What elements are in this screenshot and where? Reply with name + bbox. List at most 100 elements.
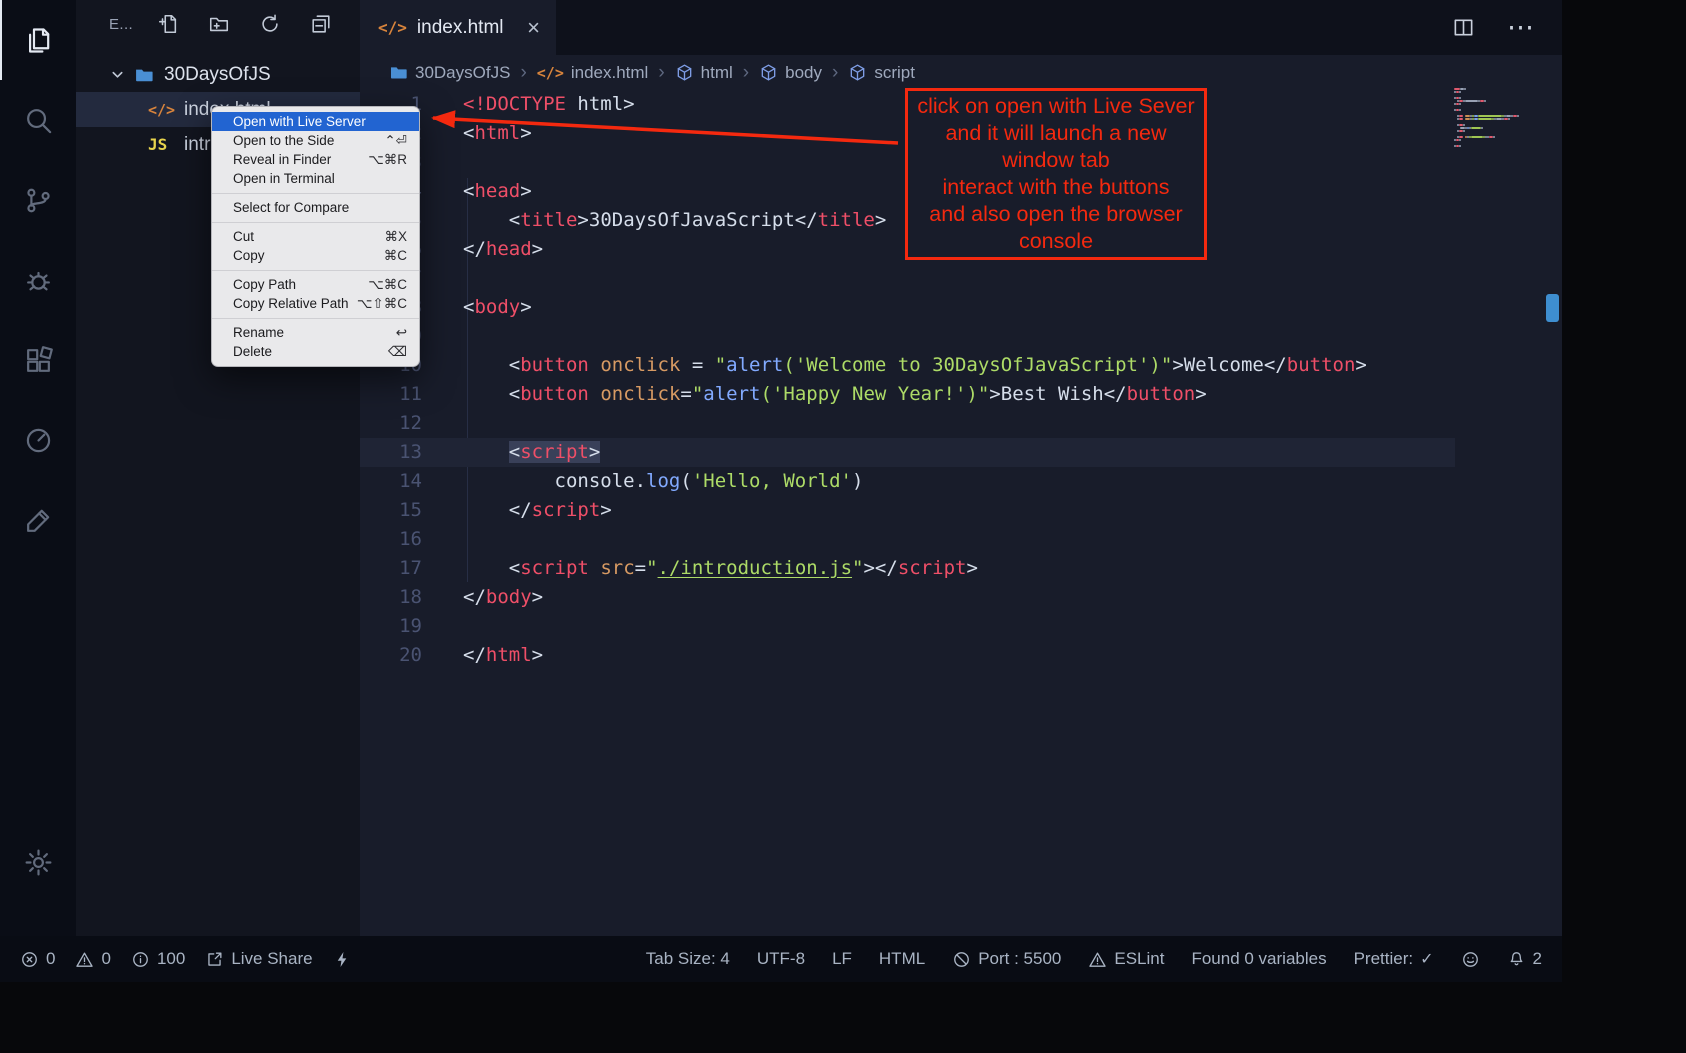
activity-explorer[interactable] [0, 0, 76, 80]
check-icon: ✓ [1420, 949, 1433, 969]
tab-index-html[interactable]: </> index.html × [360, 0, 556, 55]
menu-item-rename[interactable]: Rename↩ [212, 323, 419, 342]
cube-icon [759, 63, 778, 82]
split-editor-icon[interactable] [1452, 16, 1475, 39]
source-control-icon [23, 185, 54, 216]
code-line-9[interactable]: 9 [360, 322, 1455, 351]
menu-item-open-to-the-side[interactable]: Open to the Side⌃⏎ [212, 131, 419, 150]
line-number: 17 [360, 554, 422, 583]
code-line-7[interactable]: 7 [360, 264, 1455, 293]
code-line-20[interactable]: 20</html> [360, 641, 1455, 670]
line-content: <title>30DaysOfJavaScript</title> [463, 206, 886, 235]
cube-icon [848, 63, 867, 82]
close-tab-icon[interactable]: × [527, 17, 540, 39]
status-variables[interactable]: Found 0 variables [1191, 949, 1326, 969]
breadcrumb-script[interactable]: script [848, 63, 915, 83]
status-info-count[interactable]: 100 [131, 949, 185, 969]
status-text: 0 [46, 949, 55, 969]
code-line-13[interactable]: 13 <script> [360, 438, 1455, 467]
breadcrumb-separator: › [520, 62, 526, 84]
menu-item-reveal-in-finder[interactable]: Reveal in Finder⌥⌘R [212, 150, 419, 169]
warning-icon [1088, 950, 1107, 969]
code-line-18[interactable]: 18</body> [360, 583, 1455, 612]
code-line-14[interactable]: 14 console.log('Hello, World') [360, 467, 1455, 496]
code-line-10[interactable]: 10 <button onclick = "alert('Welcome to … [360, 351, 1455, 380]
ellipsis-icon[interactable]: ⋯ [1507, 12, 1534, 43]
new-file-icon[interactable] [157, 13, 179, 35]
status-text: HTML [879, 949, 925, 969]
scrollbar-marker[interactable] [1546, 294, 1559, 322]
activity-source-control[interactable] [0, 160, 76, 240]
warning-icon [75, 950, 94, 969]
menu-item-cut[interactable]: Cut⌘X [212, 227, 419, 246]
menu-shortcut: ↩ [396, 325, 407, 341]
status-live-share[interactable]: Live Share [205, 949, 312, 969]
code-line-8[interactable]: 8<body> [360, 293, 1455, 322]
breadcrumb-separator: › [832, 62, 838, 84]
collapse-all-icon[interactable] [310, 13, 332, 35]
explorer-title: E... [109, 16, 133, 33]
breadcrumb-body[interactable]: body [759, 63, 822, 83]
chevron-down-icon [110, 67, 125, 82]
breadcrumb-separator: › [658, 62, 664, 84]
status-errors[interactable]: 0 [20, 949, 55, 969]
minimap[interactable] [1454, 88, 1545, 148]
code-line-12[interactable]: 12 [360, 409, 1455, 438]
status-lightning[interactable] [333, 950, 352, 969]
status-eol[interactable]: LF [832, 949, 852, 969]
status-eslint[interactable]: ESLint [1088, 949, 1164, 969]
status-feedback[interactable] [1461, 950, 1480, 969]
line-content: console.log('Hello, World') [463, 467, 863, 496]
breadcrumb-html[interactable]: html [675, 63, 733, 83]
info-icon [131, 950, 150, 969]
code-line-11[interactable]: 11 <button onclick="alert('Happy New Yea… [360, 380, 1455, 409]
menu-item-label: Copy Relative Path [233, 296, 349, 311]
status-language-mode[interactable]: HTML [879, 949, 925, 969]
refresh-icon[interactable] [259, 13, 281, 35]
status-notifications[interactable]: 2 [1507, 949, 1542, 969]
new-folder-icon[interactable] [208, 13, 230, 35]
annotation-line: and also open the browser [908, 201, 1204, 228]
activity-run-and-debug[interactable] [0, 240, 76, 320]
menu-item-delete[interactable]: Delete⌫ [212, 342, 419, 361]
activity-timer-tool[interactable] [0, 400, 76, 480]
code-line-16[interactable]: 16 [360, 525, 1455, 554]
folder-icon [134, 65, 154, 85]
menu-shortcut: ⌃⏎ [384, 133, 407, 149]
activity-settings[interactable] [0, 822, 76, 902]
files-icon [23, 25, 54, 56]
tree-root-folder[interactable]: 30DaysOfJS [76, 57, 360, 92]
status-encoding[interactable]: UTF-8 [757, 949, 805, 969]
menu-item-copy-path[interactable]: Copy Path⌥⌘C [212, 275, 419, 294]
menu-item-label: Copy [233, 248, 265, 263]
explorer-actions [157, 13, 332, 35]
extensions-icon [23, 345, 54, 376]
line-number: 11 [360, 380, 422, 409]
status-prettier[interactable]: Prettier:✓ [1354, 949, 1434, 969]
status-warnings[interactable]: 0 [75, 949, 110, 969]
error-circle-icon [20, 950, 39, 969]
code-line-17[interactable]: 17 <script src="./introduction.js"></scr… [360, 554, 1455, 583]
status-port[interactable]: Port : 5500 [952, 949, 1061, 969]
smiley-icon [1461, 950, 1480, 969]
status-bar: 00 100 Live Share Tab Size: 4 UTF-8 LF HTML Po… [0, 936, 1562, 982]
line-content: </body> [463, 583, 543, 612]
status-text: Port : 5500 [978, 949, 1061, 969]
activity-edit-tool[interactable] [0, 480, 76, 560]
breadcrumb-label: index.html [571, 63, 648, 83]
activity-search[interactable] [0, 80, 76, 160]
activity-bar [0, 0, 76, 936]
menu-item-select-for-compare[interactable]: Select for Compare [212, 198, 419, 217]
menu-item-copy[interactable]: Copy⌘C [212, 246, 419, 265]
menu-item-copy-relative-path[interactable]: Copy Relative Path⌥⇧⌘C [212, 294, 419, 313]
code-line-19[interactable]: 19 [360, 612, 1455, 641]
line-content: <script src="./introduction.js"></script… [463, 554, 978, 583]
breadcrumb-index-html[interactable]: </>index.html [537, 63, 649, 83]
menu-item-open-with-live-server[interactable]: Open with Live Server [212, 112, 419, 131]
activity-extensions[interactable] [0, 320, 76, 400]
code-line-15[interactable]: 15 </script> [360, 496, 1455, 525]
activity-bar-bottom [0, 822, 76, 902]
status-tab-size[interactable]: Tab Size: 4 [646, 949, 730, 969]
breadcrumb-30daysofjs[interactable]: 30DaysOfJS [389, 63, 510, 83]
menu-item-open-in-terminal[interactable]: Open in Terminal [212, 169, 419, 188]
